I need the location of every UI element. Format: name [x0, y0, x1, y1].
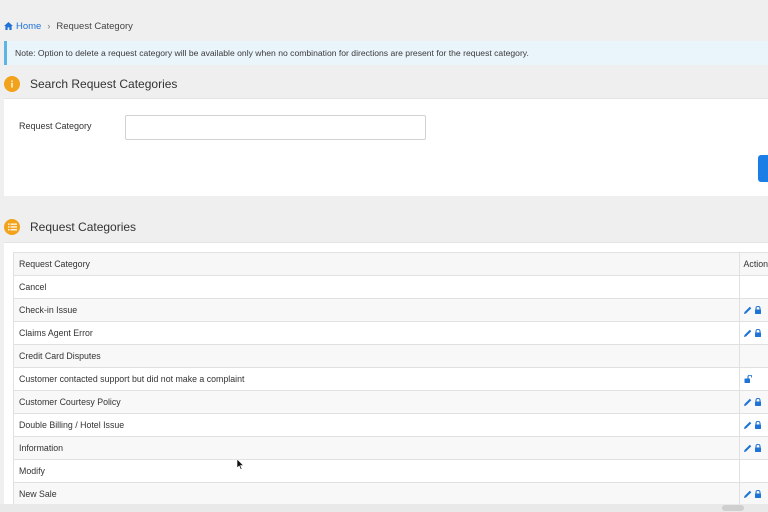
table-row: Modify	[13, 459, 768, 483]
lock-icon[interactable]	[754, 444, 762, 452]
edit-icon[interactable]	[743, 306, 752, 314]
edit-icon[interactable]	[743, 444, 752, 452]
column-header-action: Action	[738, 252, 768, 276]
table-row: Information	[13, 436, 768, 460]
category-name-cell: Cancel	[13, 275, 740, 299]
info-note: Note: Option to delete a request categor…	[4, 41, 768, 65]
search-panel: Request Category	[4, 98, 768, 196]
request-category-input[interactable]	[125, 115, 426, 140]
list-section-title: Request Categories	[30, 220, 137, 234]
search-button[interactable]	[758, 155, 768, 182]
table-row: Customer Courtesy Policy	[13, 390, 768, 414]
chevron-right-icon: ›	[47, 21, 51, 31]
mouse-cursor-icon	[237, 459, 244, 470]
category-name-cell: Information	[13, 436, 740, 460]
category-name-cell: Customer Courtesy Policy	[13, 390, 740, 414]
action-cell	[738, 298, 768, 322]
table-row: New Sale	[13, 482, 768, 506]
breadcrumb-home-label: Home	[16, 20, 42, 32]
breadcrumb-current: Request Category	[56, 20, 133, 32]
action-cell	[738, 367, 768, 391]
categories-panel: Request Category Action Cancel Check-in I…	[4, 242, 768, 512]
column-header-request-category[interactable]: Request Category	[13, 252, 740, 276]
category-name-cell: Claims Agent Error	[13, 321, 740, 345]
edit-icon[interactable]	[743, 421, 752, 429]
horizontal-scrollbar[interactable]	[0, 504, 768, 512]
list-section-header: Request Categories	[4, 215, 136, 239]
category-name-cell: Customer contacted support but did not m…	[13, 367, 740, 391]
table-row: Claims Agent Error	[13, 321, 768, 345]
table-row: Cancel	[13, 275, 768, 299]
lock-icon[interactable]	[754, 490, 762, 498]
info-note-text: Note: Option to delete a request categor…	[15, 48, 529, 58]
action-cell	[738, 275, 768, 299]
breadcrumb-home-link[interactable]: Home	[4, 21, 41, 32]
category-name-cell: Modify	[13, 459, 740, 483]
search-section-header: Search Request Categories	[4, 72, 177, 96]
scrollbar-thumb[interactable]	[722, 505, 744, 511]
lock-icon[interactable]	[754, 306, 762, 314]
table-row: Check-in Issue	[13, 298, 768, 322]
home-icon	[4, 22, 13, 30]
info-icon	[4, 76, 20, 92]
list-icon	[4, 219, 20, 235]
edit-icon[interactable]	[743, 398, 752, 406]
table-row: Double Billing / Hotel Issue	[13, 413, 768, 437]
action-cell	[738, 459, 768, 483]
table-row: Customer contacted support but did not m…	[13, 367, 768, 391]
lock-icon[interactable]	[754, 421, 762, 429]
category-name-cell: New Sale	[13, 482, 740, 506]
action-cell	[738, 344, 768, 368]
categories-table: Request Category Action Cancel Check-in I…	[13, 252, 768, 506]
lock-icon[interactable]	[754, 398, 762, 406]
breadcrumb: Home › Request Category	[4, 18, 133, 34]
category-name-cell: Credit Card Disputes	[13, 344, 740, 368]
action-cell	[738, 436, 768, 460]
action-cell	[738, 321, 768, 345]
request-category-label: Request Category	[19, 121, 92, 131]
table-header-row: Request Category Action	[13, 252, 768, 276]
table-row: Credit Card Disputes	[13, 344, 768, 368]
category-name-cell: Check-in Issue	[13, 298, 740, 322]
lock-icon[interactable]	[754, 329, 762, 337]
unlock-icon[interactable]	[744, 375, 752, 383]
action-cell	[738, 482, 768, 506]
category-name-cell: Double Billing / Hotel Issue	[13, 413, 740, 437]
action-cell	[738, 413, 768, 437]
edit-icon[interactable]	[743, 490, 752, 498]
edit-icon[interactable]	[743, 329, 752, 337]
search-section-title: Search Request Categories	[30, 77, 178, 91]
action-cell	[738, 390, 768, 414]
